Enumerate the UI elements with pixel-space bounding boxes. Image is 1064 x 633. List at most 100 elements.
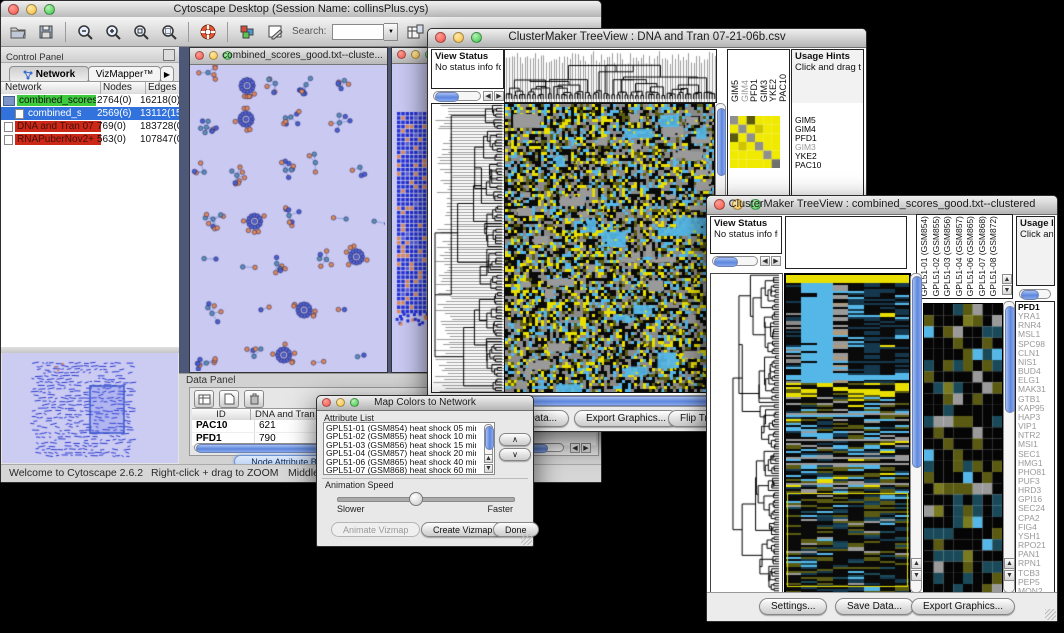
scroll-down-arrow[interactable]: ▼ xyxy=(1004,570,1015,581)
node-count: 563(0) xyxy=(97,134,139,145)
tv1-column-dendrogram[interactable] xyxy=(504,49,717,103)
slider-thumb[interactable] xyxy=(409,492,423,506)
tv1-zoom-heatmap[interactable] xyxy=(730,116,780,168)
scroll-up-arrow[interactable]: ▲ xyxy=(484,454,493,463)
animate-vizmap-button[interactable]: Animate Vizmap xyxy=(331,522,420,537)
new-attribute-icon[interactable] xyxy=(219,390,239,408)
attribute-list-item[interactable]: GPL51-02 (GSM855) heat shock 10 min xyxy=(326,432,476,440)
scroll-left-arrow[interactable]: ◀ xyxy=(570,443,580,453)
attribute-list-item[interactable]: GPL51-06 (GSM865) heat shock 40 min xyxy=(326,458,476,466)
zoom-out-icon[interactable] xyxy=(74,21,96,43)
network-table-row[interactable]: RNAPuberNov2+563(0)107847(0) xyxy=(1,133,179,146)
attribute-list-item[interactable]: GPL51-01 (GSM854) heat shock 05 min xyxy=(326,424,476,432)
tv2-column-tree-area[interactable] xyxy=(785,216,907,269)
attribute-list-item[interactable]: GPL51-03 (GSM856) heat shock 15 min xyxy=(326,441,476,449)
scroll-left-arrow[interactable]: ◀ xyxy=(760,256,770,266)
network-view[interactable] xyxy=(190,65,385,371)
search-input[interactable] xyxy=(332,24,384,40)
file-icon xyxy=(4,122,13,132)
network-table-row[interactable]: combined_scores2764(0)16218(0) xyxy=(1,94,179,107)
move-up-button[interactable]: ∧ xyxy=(499,433,531,446)
network-window-title: combined_scores_good.txt--cluste... xyxy=(220,50,385,61)
tv1-hscrollbar[interactable] xyxy=(504,395,726,405)
create-vizmap-button[interactable]: Create Vizmap xyxy=(421,522,504,537)
zoom-selected-icon[interactable] xyxy=(130,21,152,43)
animation-speed-slider[interactable] xyxy=(337,497,515,502)
scroll-right-arrow[interactable]: ▶ xyxy=(494,91,504,101)
search-dropdown-button[interactable]: ▼ xyxy=(384,23,398,41)
tv2-row-dendrogram[interactable] xyxy=(710,273,783,593)
close-button[interactable] xyxy=(195,51,204,60)
zoom-in-icon[interactable] xyxy=(102,21,124,43)
resize-grip[interactable] xyxy=(1045,609,1056,620)
scroll-right-arrow[interactable]: ▶ xyxy=(771,256,781,266)
minimize-button[interactable] xyxy=(209,51,218,60)
gene-label[interactable]: PAC10 xyxy=(795,161,821,170)
export-graphics-button[interactable]: Export Graphics... xyxy=(911,598,1015,615)
minimize-button[interactable] xyxy=(411,50,420,59)
tv1-status-scrollbar[interactable] xyxy=(433,91,481,101)
tv2-vscrollbar[interactable]: ▲ ▼ xyxy=(910,273,922,593)
dialog-titlebar[interactable]: Map Colors to Network xyxy=(317,396,533,411)
settings-button[interactable]: Settings... xyxy=(759,598,827,615)
tv2-gene-scrollbar[interactable]: ▲ ▼ xyxy=(1003,301,1015,593)
resize-grip[interactable] xyxy=(521,534,532,545)
main-window-title: Cytoscape Desktop (Session Name: collins… xyxy=(1,3,601,15)
network-name: RNAPuberNov2+ xyxy=(15,134,101,145)
treeview-combined-window: ClusterMaker TreeView : combined_scores_… xyxy=(706,195,1058,622)
tv2-hints-scrollbar[interactable] xyxy=(1019,289,1051,299)
tv2-zoom-heatmap[interactable] xyxy=(923,303,1003,595)
save-data-button[interactable]: Save Data... xyxy=(835,598,914,615)
network-tree-empty-area[interactable] xyxy=(1,146,179,348)
scroll-right-arrow[interactable]: ▶ xyxy=(581,443,591,453)
network-name: combined_sco xyxy=(26,108,81,119)
status-right-click-hint: Right-click + drag to ZOOM xyxy=(151,467,279,479)
scroll-up-arrow[interactable]: ▲ xyxy=(911,558,922,569)
table-import-icon[interactable] xyxy=(404,21,426,43)
delete-attribute-icon[interactable] xyxy=(244,390,264,408)
save-session-icon[interactable] xyxy=(35,21,57,43)
tv2-status-scrollbar[interactable] xyxy=(712,256,758,266)
tv1-row-dendrogram[interactable] xyxy=(431,103,506,393)
tv2-view-status: View StatusNo status info for this view xyxy=(710,216,782,254)
vizmapper-icon[interactable] xyxy=(236,21,258,43)
attribute-list[interactable]: GPL51-01 (GSM854) heat shock 05 minGPL51… xyxy=(323,422,495,475)
column-label: GIM5 xyxy=(730,80,740,102)
network-name: DNA and Tran 07 xyxy=(15,121,101,132)
network-table-row[interactable]: combined_sco2569(6)13112(15) xyxy=(1,107,179,120)
attribute-list-item[interactable]: GPL51-07 (GSM868) heat shock 60 min xyxy=(326,466,476,474)
network-table: combined_scores2764(0)16218(0)combined_s… xyxy=(1,94,179,146)
birdseye-view[interactable] xyxy=(2,353,178,463)
tv1-titlebar[interactable]: ClusterMaker TreeView : DNA and Tran 07-… xyxy=(428,29,866,48)
tv1-heatmap[interactable] xyxy=(504,103,715,393)
float-panel-icon[interactable] xyxy=(163,49,175,61)
column-label: PAC10 xyxy=(778,74,788,102)
tv2-titlebar[interactable]: ClusterMaker TreeView : combined_scores_… xyxy=(707,196,1057,215)
annotation-icon[interactable] xyxy=(264,21,286,43)
status-welcome: Welcome to Cytoscape 2.6.2 xyxy=(9,467,143,479)
zoom-fit-icon[interactable] xyxy=(158,21,180,43)
map-colors-dialog: Map Colors to Network Attribute List GPL… xyxy=(316,395,534,547)
attribute-select-icon[interactable] xyxy=(194,390,214,408)
search-combo: ▼ xyxy=(332,23,398,41)
node-count: 2569(6) xyxy=(97,108,139,119)
export-graphics-button[interactable]: Export Graphics... xyxy=(574,410,678,427)
scroll-down-arrow[interactable]: ▼ xyxy=(484,464,493,473)
data-panel-label: Data Panel xyxy=(186,375,235,386)
scroll-up-arrow[interactable]: ▲ xyxy=(1002,274,1012,284)
network-table-row[interactable]: DNA and Tran 07769(0)183728(0) xyxy=(1,120,179,133)
tv2-usage-hints: Usage HintsClick and drag to select xyxy=(1016,216,1055,286)
column-label: GIM3 xyxy=(759,80,769,102)
help-icon[interactable] xyxy=(197,21,219,43)
folder-icon xyxy=(3,96,15,106)
close-button[interactable] xyxy=(397,50,406,59)
scroll-left-arrow[interactable]: ◀ xyxy=(483,91,493,101)
move-down-button[interactable]: ∨ xyxy=(499,448,531,461)
node-count: 2764(0) xyxy=(97,95,139,106)
attribute-list-item[interactable]: GPL51-04 (GSM857) heat shock 20 min xyxy=(326,449,476,457)
scroll-down-arrow[interactable]: ▼ xyxy=(1002,285,1012,295)
scroll-up-arrow[interactable]: ▲ xyxy=(1004,558,1015,569)
scroll-down-arrow[interactable]: ▼ xyxy=(911,570,922,581)
tv2-global-heatmap[interactable] xyxy=(784,273,911,595)
open-session-icon[interactable] xyxy=(7,21,29,43)
